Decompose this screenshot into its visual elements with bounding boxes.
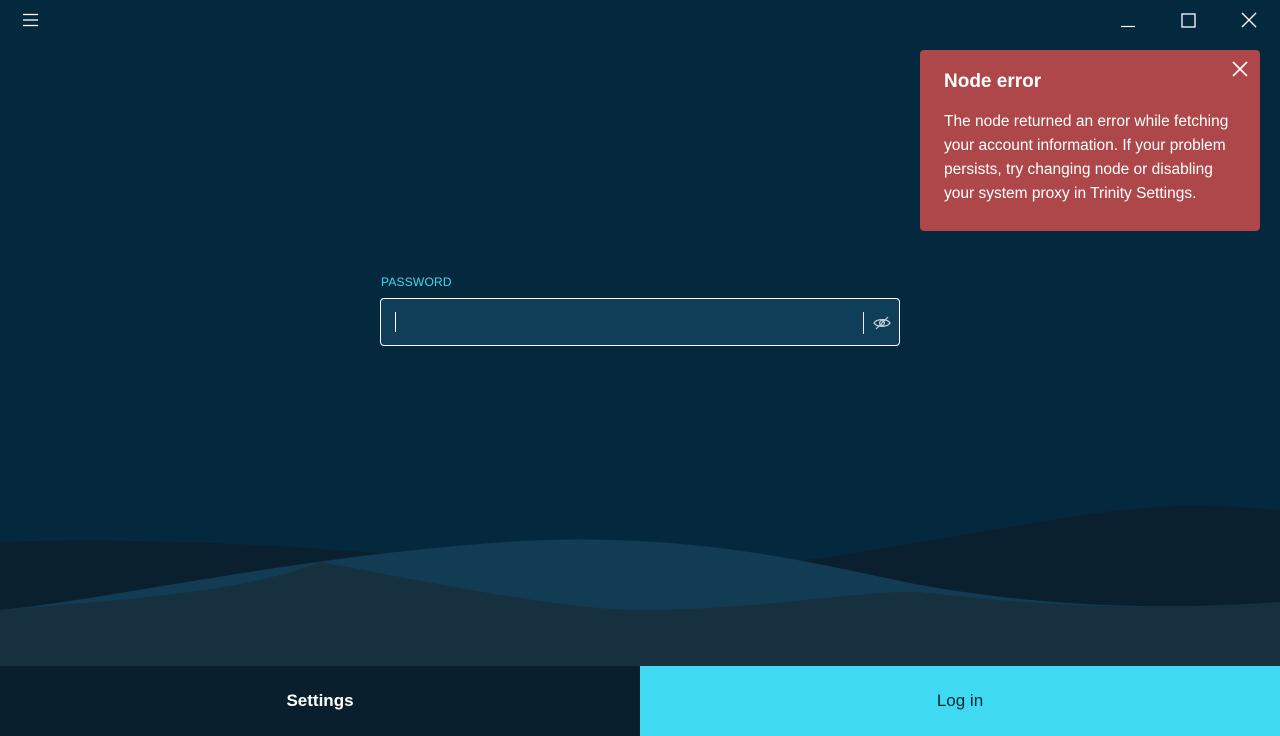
toast-close-button[interactable] (1230, 59, 1250, 79)
minimize-icon (1121, 25, 1135, 28)
minimize-button[interactable] (1110, 4, 1146, 36)
error-toast: Node error The node returned an error wh… (920, 50, 1260, 231)
maximize-button[interactable] (1170, 4, 1206, 36)
toggle-visibility-button[interactable] (871, 313, 893, 333)
eye-off-icon (873, 316, 891, 330)
window-close-button[interactable] (1231, 4, 1267, 36)
wave-background (0, 480, 1280, 666)
settings-button[interactable]: Settings (0, 666, 640, 736)
close-icon (1232, 61, 1248, 77)
toast-message: The node returned an error while fetchin… (944, 113, 1229, 202)
maximize-icon (1181, 13, 1196, 28)
login-button-label: Log in (936, 691, 984, 710)
login-screen: Node error The node returned an error wh… (0, 0, 1280, 736)
settings-button-label: Settings (286, 691, 354, 710)
password-field-container (380, 298, 900, 347)
password-input[interactable] (395, 299, 839, 347)
password-label: PASSWORD (381, 275, 452, 289)
toast-title: Node error (944, 71, 1042, 92)
login-button[interactable]: Log in (640, 666, 1280, 736)
text-caret (395, 312, 396, 332)
hamburger-menu-icon[interactable] (20, 10, 42, 30)
close-icon (1241, 12, 1257, 28)
field-divider (863, 312, 864, 334)
